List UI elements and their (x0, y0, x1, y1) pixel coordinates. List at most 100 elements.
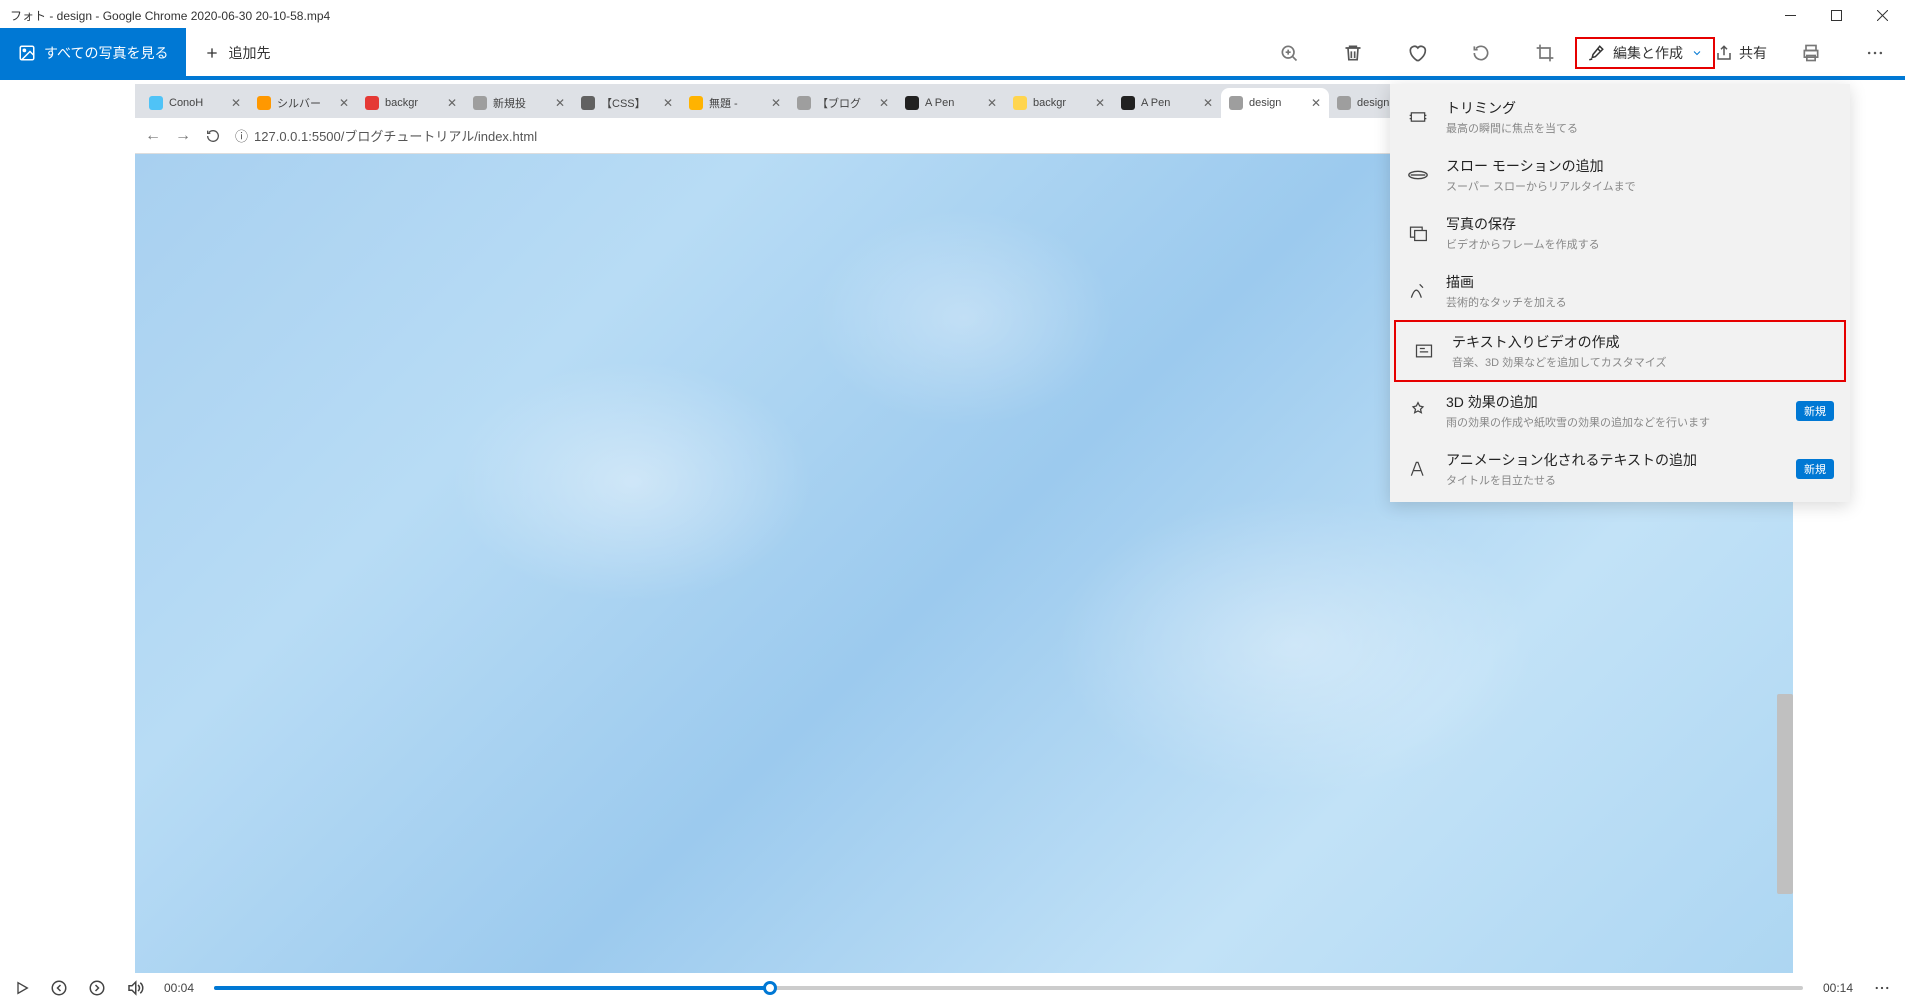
tab-label: backgr (385, 97, 441, 109)
tab-close-icon[interactable]: ✕ (1311, 96, 1321, 110)
share-label: 共有 (1739, 43, 1767, 63)
forward-icon[interactable]: → (175, 127, 191, 145)
back-icon[interactable]: ← (145, 127, 161, 145)
tab-label: 【CSS】 (601, 95, 657, 111)
tab-close-icon[interactable]: ✕ (231, 96, 241, 110)
tab-close-icon[interactable]: ✕ (1203, 96, 1213, 110)
volume-button[interactable] (126, 979, 144, 997)
close-button[interactable] (1859, 0, 1905, 30)
menu-item-title: 3D 効果の追加 (1446, 392, 1780, 412)
crop-button[interactable] (1525, 33, 1565, 73)
menu-item-icon (1406, 457, 1430, 481)
menu-item[interactable]: アニメーション化されるテキストの追加タイトルを目立たせる新規 (1390, 440, 1850, 498)
tab-close-icon[interactable]: ✕ (1095, 96, 1105, 110)
titlebar: フォト - design - Google Chrome 2020-06-30 … (0, 0, 1905, 30)
browser-tab[interactable]: 無題 - ✕ (681, 88, 789, 118)
browser-tab[interactable]: A Pen ✕ (1113, 88, 1221, 118)
tab-label: design (1249, 97, 1305, 109)
plus-icon (204, 45, 220, 61)
tab-label: A Pen (925, 97, 981, 109)
reload-icon[interactable] (205, 128, 221, 144)
favicon (1337, 96, 1351, 110)
tab-close-icon[interactable]: ✕ (663, 96, 673, 110)
menu-item[interactable]: トリミング最高の瞬間に焦点を当てる (1390, 88, 1850, 146)
menu-item-title: テキスト入りビデオの作成 (1452, 332, 1828, 352)
browser-tab[interactable]: design ✕ (1221, 88, 1329, 118)
all-photos-label: すべての写真を見る (44, 43, 168, 63)
menu-item-title: 描画 (1446, 272, 1834, 292)
edit-icon (1587, 44, 1605, 62)
menu-item[interactable]: 3D 効果の追加雨の効果の作成や紙吹雪の効果の追加などを行います新規 (1390, 382, 1850, 440)
tab-label: A Pen (1141, 97, 1197, 109)
browser-tab[interactable]: 新規投 ✕ (465, 88, 573, 118)
favicon (1013, 96, 1027, 110)
tab-close-icon[interactable]: ✕ (879, 96, 889, 110)
tab-label: 新規投 (493, 95, 549, 111)
print-button[interactable] (1791, 33, 1831, 73)
more-video-button[interactable] (1873, 979, 1891, 997)
all-photos-button[interactable]: すべての写真を見る (0, 28, 186, 78)
menu-item-icon (1412, 339, 1436, 363)
favicon (689, 96, 703, 110)
current-time: 00:04 (164, 981, 194, 995)
new-badge: 新規 (1796, 459, 1834, 479)
play-button[interactable] (14, 980, 30, 996)
tab-label: 無題 - (709, 95, 765, 111)
delete-button[interactable] (1333, 33, 1373, 73)
app-toolbar: すべての写真を見る 追加先 編集と作成 共有 (0, 30, 1905, 80)
menu-item[interactable]: 写真の保存ビデオからフレームを作成する (1390, 204, 1850, 262)
next-frame-button[interactable] (88, 979, 106, 997)
seek-thumb[interactable] (763, 981, 777, 995)
share-button[interactable]: 共有 (1715, 43, 1767, 63)
browser-tab[interactable]: シルバー ✕ (249, 88, 357, 118)
menu-item-title: トリミング (1446, 98, 1834, 118)
favicon (473, 96, 487, 110)
menu-item-icon (1406, 105, 1430, 129)
edit-create-label: 編集と作成 (1613, 43, 1683, 63)
favicon (797, 96, 811, 110)
menu-item-desc: 芸術的なタッチを加える (1446, 294, 1834, 310)
info-icon[interactable]: ⓘ (235, 126, 248, 145)
menu-item-desc: 雨の効果の作成や紙吹雪の効果の追加などを行います (1446, 414, 1780, 430)
browser-tab[interactable]: A Pen ✕ (897, 88, 1005, 118)
rotate-button[interactable] (1461, 33, 1501, 73)
seek-slider[interactable] (214, 986, 1803, 990)
gallery-icon (18, 44, 36, 62)
vertical-scrollbar[interactable] (1777, 694, 1793, 894)
maximize-button[interactable] (1813, 0, 1859, 30)
menu-item-title: スロー モーションの追加 (1446, 156, 1834, 176)
menu-item-icon (1406, 279, 1430, 303)
tab-label: シルバー (277, 95, 333, 111)
favicon (581, 96, 595, 110)
minimize-button[interactable] (1767, 0, 1813, 30)
zoom-button[interactable] (1269, 33, 1309, 73)
menu-item[interactable]: スロー モーションの追加スーパー スローからリアルタイムまで (1390, 146, 1850, 204)
share-icon (1715, 44, 1733, 62)
favorite-button[interactable] (1397, 33, 1437, 73)
previous-frame-button[interactable] (50, 979, 68, 997)
menu-item-title: 写真の保存 (1446, 214, 1834, 234)
browser-tab[interactable]: ConoH✕ (141, 88, 249, 118)
browser-tab[interactable]: backgr ✕ (357, 88, 465, 118)
menu-item-desc: 音楽、3D 効果などを追加してカスタマイズ (1452, 354, 1828, 370)
tab-close-icon[interactable]: ✕ (339, 96, 349, 110)
tab-close-icon[interactable]: ✕ (555, 96, 565, 110)
menu-item[interactable]: テキスト入りビデオの作成音楽、3D 効果などを追加してカスタマイズ (1394, 320, 1846, 382)
more-button[interactable] (1855, 33, 1895, 73)
browser-tab[interactable]: backgr ✕ (1005, 88, 1113, 118)
favicon (905, 96, 919, 110)
tab-close-icon[interactable]: ✕ (447, 96, 457, 110)
edit-create-button[interactable]: 編集と作成 (1575, 37, 1715, 69)
menu-item-desc: 最高の瞬間に焦点を当てる (1446, 120, 1834, 136)
url-text[interactable]: 127.0.0.1:5500/ブログチュートリアル/index.html (254, 126, 537, 145)
tab-label: backgr (1033, 97, 1089, 109)
menu-item[interactable]: 描画芸術的なタッチを加える (1390, 262, 1850, 320)
tab-close-icon[interactable]: ✕ (771, 96, 781, 110)
menu-item-icon (1406, 163, 1430, 187)
tab-close-icon[interactable]: ✕ (987, 96, 997, 110)
menu-item-desc: タイトルを目立たせる (1446, 472, 1780, 488)
browser-tab[interactable]: 【CSS】 ✕ (573, 88, 681, 118)
browser-tab[interactable]: 【ブログ✕ (789, 88, 897, 118)
menu-item-desc: ビデオからフレームを作成する (1446, 236, 1834, 252)
add-destination-button[interactable]: 追加先 (186, 43, 288, 63)
